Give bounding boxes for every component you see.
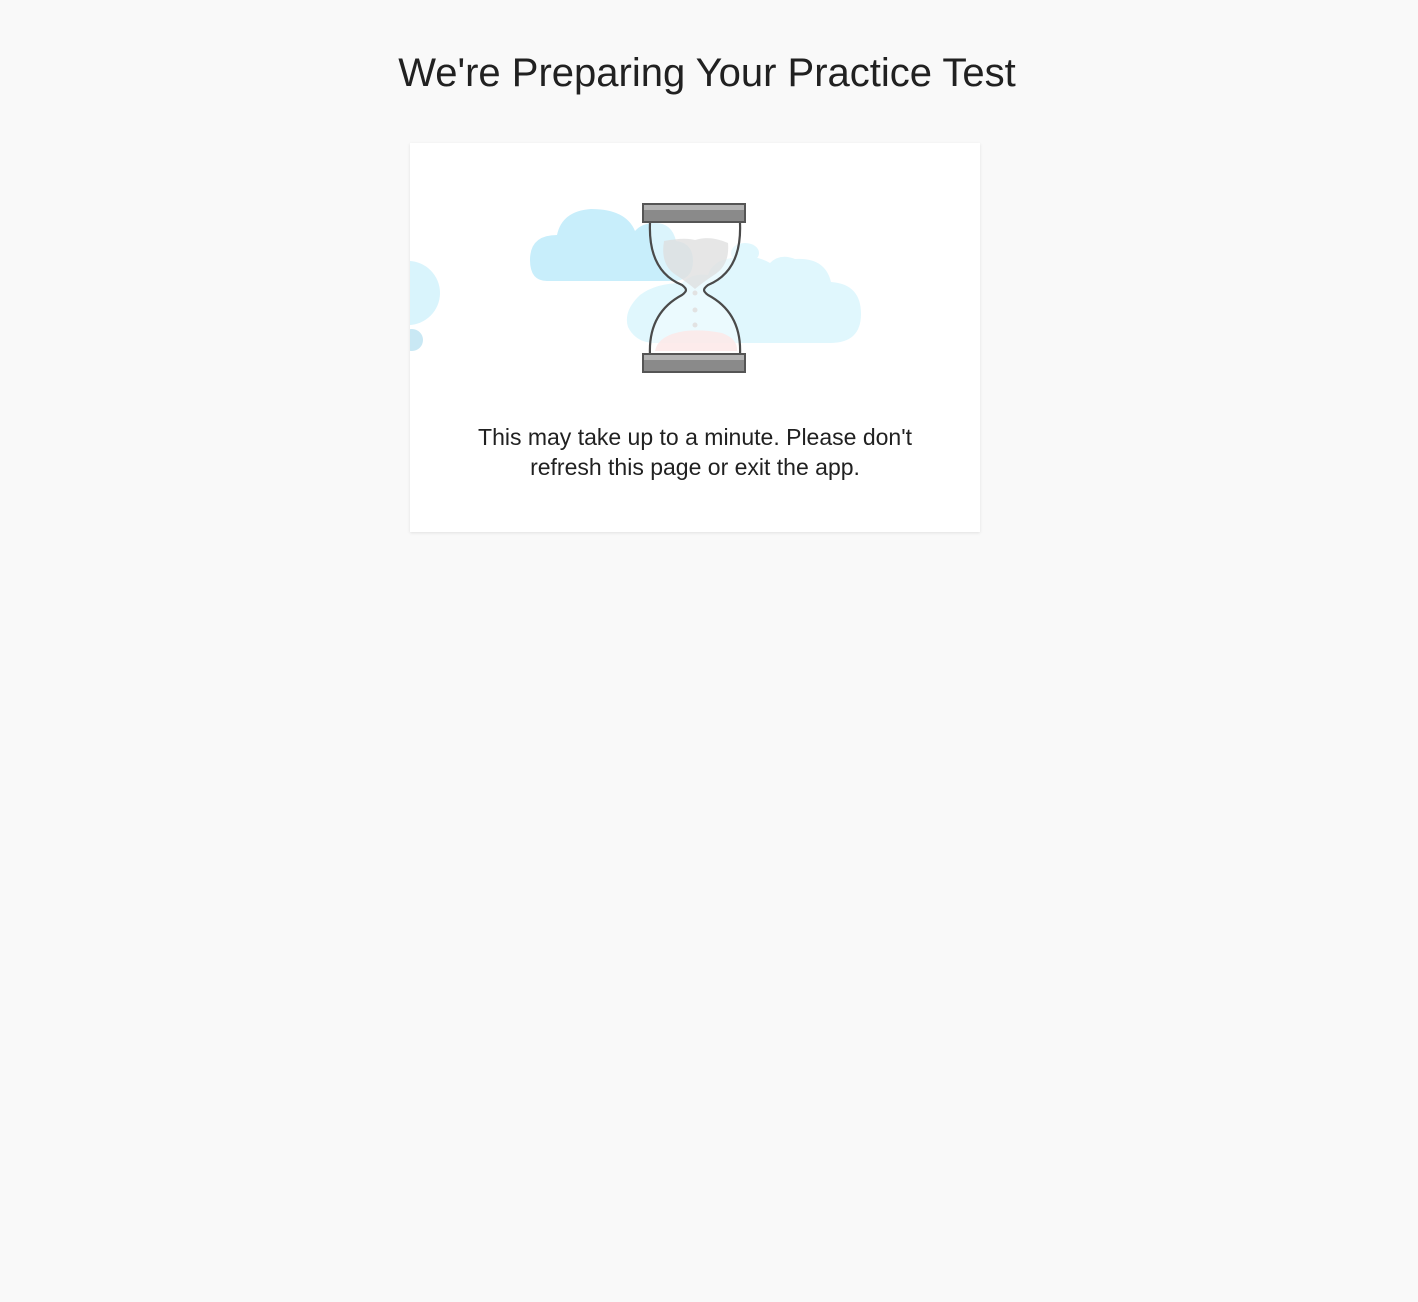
loading-card: This may take up to a minute. Please don… <box>410 143 980 532</box>
page-title: We're Preparing Your Practice Test <box>398 51 1016 95</box>
cloud-icon <box>410 261 440 351</box>
loading-message: This may take up to a minute. Please don… <box>478 424 912 480</box>
loading-illustration <box>410 203 861 373</box>
loading-page: We're Preparing Your Practice Test This … <box>0 0 1418 1302</box>
